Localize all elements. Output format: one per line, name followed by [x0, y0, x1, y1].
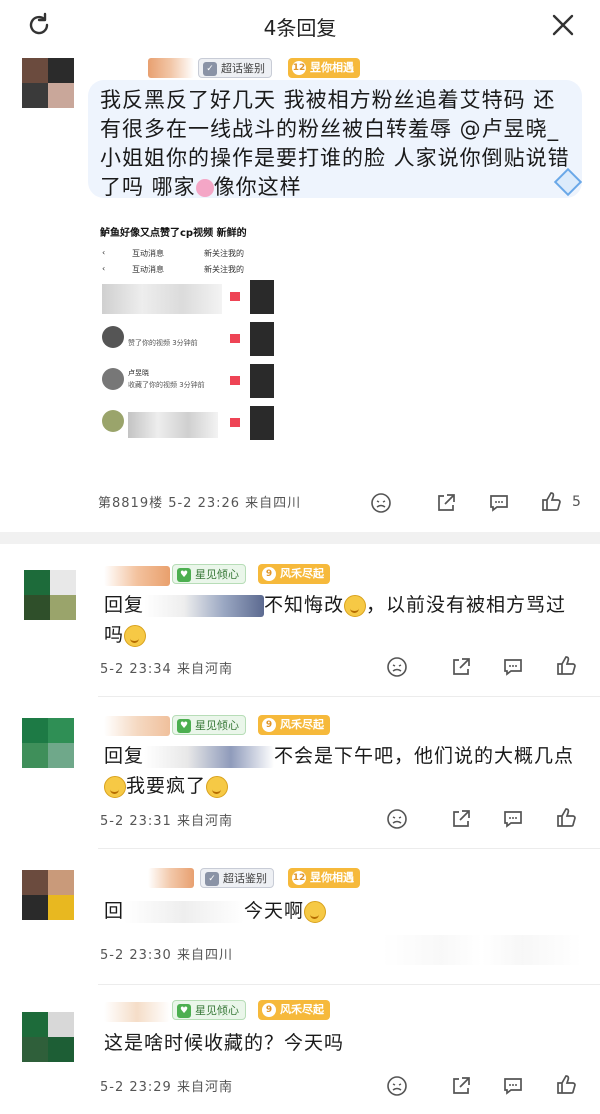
back-icon: ‹ — [102, 248, 106, 257]
comment-icon[interactable] — [502, 656, 524, 678]
crying-emoji — [344, 594, 367, 617]
like-icon[interactable] — [555, 1073, 577, 1095]
scared-emoji — [104, 775, 126, 798]
avatar[interactable] — [22, 1012, 74, 1062]
share-icon[interactable] — [450, 1075, 472, 1097]
username-blurred[interactable] — [104, 566, 170, 586]
page-title: 4条回复 — [263, 16, 337, 40]
comment-icon[interactable] — [488, 492, 510, 514]
heart-icon: ♥ — [177, 1004, 191, 1018]
dislike-icon[interactable] — [386, 1075, 408, 1097]
reply-text: 回复 不知悔改 ，以前没有被相方骂过吗 — [104, 594, 567, 647]
reply-meta: 5-2 23:31 来自河南 — [100, 814, 233, 829]
embed-row-1 — [94, 280, 282, 320]
like-icon[interactable] — [555, 654, 577, 676]
verify-icon: ✓ — [205, 872, 219, 886]
comment-icon[interactable] — [502, 1075, 524, 1097]
badge-fan: ♥ 星见倾心 — [172, 1000, 246, 1020]
level-icon: 9 — [262, 1003, 276, 1017]
badge-level: 9 风禾尽起 — [258, 564, 330, 584]
dislike-icon[interactable] — [386, 656, 408, 678]
level-icon: 9 — [262, 718, 276, 732]
share-icon[interactable] — [435, 492, 457, 514]
reply-text: 这是啥时候收藏的？今天吗 — [104, 1032, 345, 1054]
comment-icon[interactable] — [502, 808, 524, 830]
verify-icon: ✓ — [203, 62, 217, 76]
section-divider — [0, 532, 600, 544]
back-icon-2: ‹ — [102, 264, 106, 273]
badge-verify: ✓ 超话鉴别 — [198, 58, 272, 78]
embed-tab-right: 新关注我的 — [204, 249, 244, 258]
username-blurred[interactable] — [104, 716, 170, 736]
badge-verify: ✓ 超话鉴别 — [200, 868, 274, 888]
like-icon[interactable] — [555, 806, 577, 828]
badge-level: 12 昱你相遇 — [288, 58, 360, 78]
reply-meta: 5-2 23:34 来自河南 — [100, 662, 233, 677]
badge-level: 9 风禾尽起 — [258, 1000, 330, 1020]
embed-tabs: ‹ 互动消息 新关注我的 — [94, 248, 282, 264]
reply-text: 回复 不会是下午吧，他们说的大概几点我要疯了 — [104, 745, 575, 798]
badge-level: 9 风禾尽起 — [258, 715, 330, 735]
comment-text: 我反黑反了好几天 我被相方粉丝追着艾特码 还有很多在一线战斗的粉丝被白转羞辱 @… — [100, 88, 570, 199]
share-icon[interactable] — [450, 808, 472, 830]
comment-meta: 第8819楼 5-2 23:26 来自四川 — [98, 496, 302, 511]
level-icon: 12 — [292, 871, 306, 885]
avatar[interactable] — [24, 570, 76, 620]
badge-fan: ♥ 星见倾心 — [172, 715, 246, 735]
badge-fan: ♥ 星见倾心 — [172, 564, 246, 584]
like-count: 5 — [572, 494, 581, 510]
username-blurred[interactable] — [148, 868, 194, 888]
embedded-screenshot[interactable]: 鲈鱼好像又点赞了cp视频 新鲜的 ‹ 互动消息 新关注我的 ‹ 互动消息 新关注… — [94, 218, 282, 466]
username-blurred[interactable] — [104, 1002, 170, 1022]
scared-emoji-2 — [206, 775, 229, 798]
username-blurred[interactable] — [148, 58, 194, 78]
avatar[interactable] — [22, 58, 74, 108]
close-icon[interactable] — [550, 12, 576, 38]
embed-row-2: 赞了你的视频 3分钟前 — [94, 322, 282, 362]
avatar[interactable] — [22, 718, 74, 768]
share-icon[interactable] — [450, 656, 472, 678]
dislike-icon[interactable] — [386, 808, 408, 830]
embed-tab-left: 互动消息 — [132, 249, 164, 258]
level-icon: 9 — [262, 567, 276, 581]
reply-meta: 5-2 23:29 来自河南 — [100, 1080, 233, 1095]
embed-row-4 — [94, 406, 282, 456]
embed-caption: 鲈鱼好像又点赞了cp视频 新鲜的 — [100, 228, 247, 239]
reply-divider — [98, 984, 600, 985]
heart-icon: ♥ — [177, 568, 191, 582]
heart-icon: ♥ — [177, 719, 191, 733]
comment-bubble: 我反黑反了好几天 我被相方粉丝追着艾特码 还有很多在一线战斗的粉丝被白转羞辱 @… — [88, 80, 583, 199]
blurred-area — [382, 935, 582, 965]
header-bar: 4条回复 — [0, 0, 600, 52]
scared-emoji — [124, 624, 147, 647]
smile-emoji — [304, 900, 327, 923]
level-icon: 12 — [292, 61, 306, 75]
embed-tab-right-2: 新关注我的 — [204, 265, 244, 274]
badge-level: 12 昱你相遇 — [288, 868, 360, 888]
dislike-icon[interactable] — [370, 492, 392, 514]
reply-meta: 5-2 23:30 来自四川 — [100, 948, 233, 963]
reply-text: 回今天啊 — [104, 896, 327, 926]
reply-divider — [98, 696, 600, 697]
reply-divider — [98, 848, 600, 849]
embed-row-3: 卢昱晓 收藏了你的视频 3分钟前 — [94, 364, 282, 404]
flower-icon — [195, 179, 214, 197]
like-icon[interactable] — [540, 490, 562, 512]
embed-tabs-2: ‹ 互动消息 新关注我的 — [94, 264, 282, 278]
avatar[interactable] — [22, 870, 74, 920]
embed-tab-left-2: 互动消息 — [132, 265, 164, 274]
